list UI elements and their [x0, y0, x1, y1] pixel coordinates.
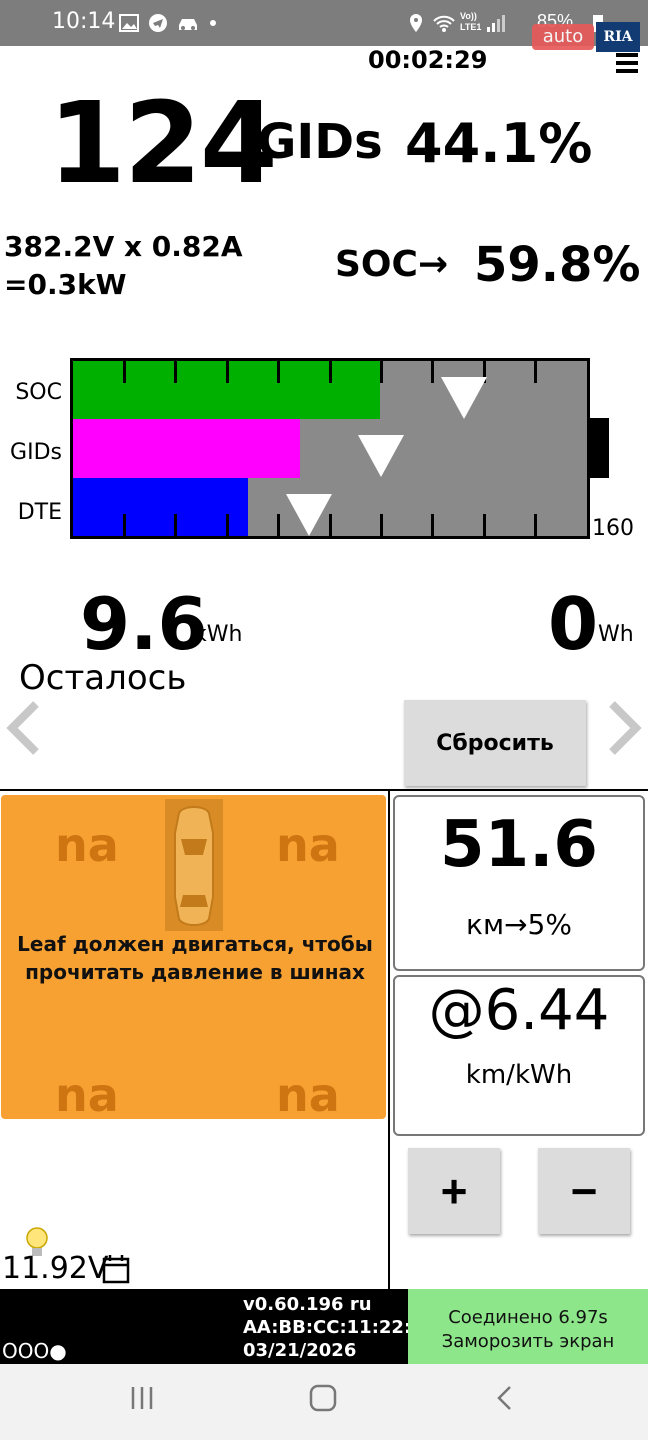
- calendar-icon[interactable]: [102, 1254, 130, 1284]
- app-version: v0.60.196 ru: [243, 1294, 372, 1315]
- used-energy-unit: Wh: [598, 622, 634, 647]
- dte-target-marker: [286, 493, 333, 536]
- dte-row-label: DTE: [17, 500, 62, 525]
- remaining-energy-value: 9.6: [80, 582, 208, 666]
- tire-message: Leaf должен двигаться, чтобы прочитать д…: [17, 932, 373, 984]
- device-mac: AA:BB:CC:11:22:3: [243, 1317, 408, 1338]
- signal-icon: [487, 15, 505, 32]
- session-timer: 00:02:29: [368, 46, 488, 74]
- soc-label: SOC→: [335, 244, 449, 285]
- recent-apps-icon[interactable]: [128, 1384, 156, 1412]
- gids-value: 124: [48, 79, 278, 209]
- gids-row-label: GIDs: [10, 440, 62, 465]
- panel-divider: [0, 789, 648, 791]
- location-icon: [410, 14, 422, 32]
- gallery-icon: [119, 14, 139, 32]
- tire-front-left: na: [55, 818, 119, 872]
- voltage-current: 382.2V x 0.82A: [4, 230, 243, 263]
- telegram-icon: [149, 14, 167, 32]
- current-date: 03/21/2026: [243, 1340, 357, 1361]
- next-page-icon[interactable]: [604, 698, 644, 758]
- soc-percentage: 59.8%: [474, 237, 641, 293]
- gauge-tick: [431, 514, 435, 536]
- efficiency-value: @6.44: [428, 978, 610, 1043]
- battery-max-label: 160: [592, 516, 634, 541]
- column-divider: [388, 791, 390, 1289]
- gauge-tick: [328, 361, 332, 383]
- remaining-energy-unit: kWh: [194, 622, 243, 647]
- freeze-screen-label: Заморозить экран: [441, 1331, 615, 1352]
- gauge-tick: [534, 514, 538, 536]
- gauge-tick: [431, 361, 435, 383]
- wifi-icon: [433, 15, 455, 32]
- home-icon[interactable]: [308, 1384, 338, 1412]
- gauge-tick: [122, 361, 126, 383]
- tire-front-right: na: [276, 818, 340, 872]
- reset-button[interactable]: Сбросить: [404, 700, 586, 786]
- battery-terminal: [590, 418, 609, 478]
- gauge-tick: [277, 514, 281, 536]
- range-value: 51.6: [440, 808, 598, 882]
- watermark-ria: RIA: [596, 22, 640, 52]
- watermark-auto: auto: [532, 24, 594, 50]
- back-icon[interactable]: [494, 1384, 514, 1412]
- volte-icon: Vo)) LTE1: [460, 11, 482, 32]
- tire-rear-right: na: [276, 1068, 340, 1122]
- connected-label: Соединено 6.97s: [448, 1307, 608, 1328]
- gauge-tick: [174, 361, 178, 383]
- gids-percentage: 44.1%: [405, 112, 593, 175]
- battery-gauge: [70, 358, 590, 539]
- connection-dots: ООО●: [2, 1339, 67, 1363]
- dot-icon: [210, 20, 216, 26]
- tire-rear-left: na: [55, 1068, 119, 1122]
- system-nav-bar: [0, 1364, 648, 1440]
- gauge-tick: [277, 361, 281, 383]
- remaining-label: Осталось: [19, 658, 187, 698]
- status-time: 10:14: [52, 9, 116, 34]
- connection-status[interactable]: Соединено 6.97s Заморозить экран: [408, 1306, 648, 1354]
- gids-target-marker: [358, 435, 405, 478]
- gids-label: GIDs: [257, 114, 383, 170]
- gauge-tick: [225, 514, 229, 536]
- gauge-tick: [225, 361, 229, 383]
- previous-page-icon[interactable]: [4, 698, 44, 758]
- power-kw: =0.3kW: [4, 268, 127, 301]
- power-readout: 382.2V x 0.82A =0.3kW: [4, 228, 243, 304]
- efficiency-unit: km/kWh: [465, 1060, 573, 1090]
- aux-battery-voltage: 11.92V: [2, 1251, 109, 1286]
- decrease-button[interactable]: −: [538, 1148, 630, 1234]
- device-info: v0.60.196 ru AA:BB:CC:11:22:3 03/21/2026: [243, 1293, 408, 1362]
- soc-target-marker: [440, 377, 487, 419]
- gids-fill-bar: [73, 419, 300, 478]
- menu-icon[interactable]: [616, 53, 638, 73]
- car-icon: [179, 19, 197, 30]
- gauge-tick: [174, 514, 178, 536]
- gauge-tick: [379, 514, 383, 536]
- range-label: км→5%: [466, 908, 572, 941]
- soc-row-label: SOC: [15, 380, 62, 405]
- dte-fill-bar: [73, 477, 248, 536]
- gauge-tick: [534, 361, 538, 383]
- car-topview-icon: [165, 799, 223, 931]
- gauge-tick: [379, 361, 383, 383]
- gauge-tick: [482, 514, 486, 536]
- increase-button[interactable]: +: [408, 1148, 500, 1234]
- watermark-logo: auto RIA: [532, 20, 642, 52]
- gauge-tick: [122, 514, 126, 536]
- used-energy-value: 0: [548, 582, 599, 666]
